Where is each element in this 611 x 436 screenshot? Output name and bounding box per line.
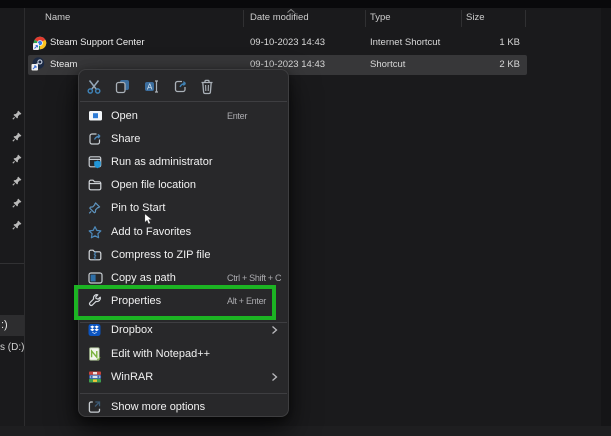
svg-text:A: A	[147, 83, 153, 92]
